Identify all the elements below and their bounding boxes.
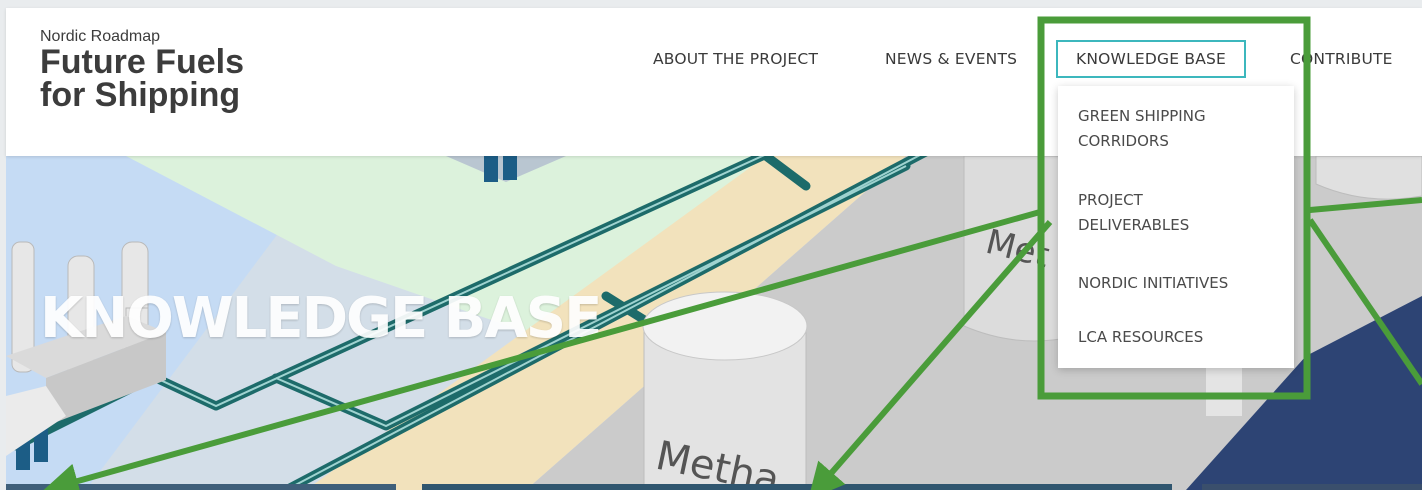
nav-news-and-events[interactable]: NEWS & EVENTS	[885, 50, 1017, 68]
dropdown-item-green-shipping-corridors[interactable]: GREEN SHIPPING CORRIDORS	[1078, 104, 1278, 154]
dropdown-item-nordic-initiatives[interactable]: NORDIC INITIATIVES	[1078, 271, 1278, 296]
dropdown-item-label: DELIVERABLES	[1078, 216, 1190, 234]
dropdown-item-label: GREEN SHIPPING	[1078, 107, 1206, 125]
dropdown-item-lca-resources[interactable]: LCA RESOURCES	[1078, 325, 1278, 350]
hero-title: KNOWLEDGE BASE	[40, 286, 602, 351]
nav-knowledge-base[interactable]: KNOWLEDGE BASE	[1056, 40, 1247, 78]
nav-about-the-project[interactable]: ABOUT THE PROJECT	[653, 50, 818, 68]
dropdown-item-project-deliverables[interactable]: PROJECT DELIVERABLES	[1078, 188, 1278, 238]
nav-contribute[interactable]: CONTRIBUTE	[1290, 50, 1393, 68]
dropdown-item-label: PROJECT	[1078, 191, 1143, 209]
knowledge-base-dropdown: GREEN SHIPPING CORRIDORS PROJECT DELIVER…	[1058, 86, 1294, 368]
dropdown-item-label: CORRIDORS	[1078, 132, 1169, 150]
